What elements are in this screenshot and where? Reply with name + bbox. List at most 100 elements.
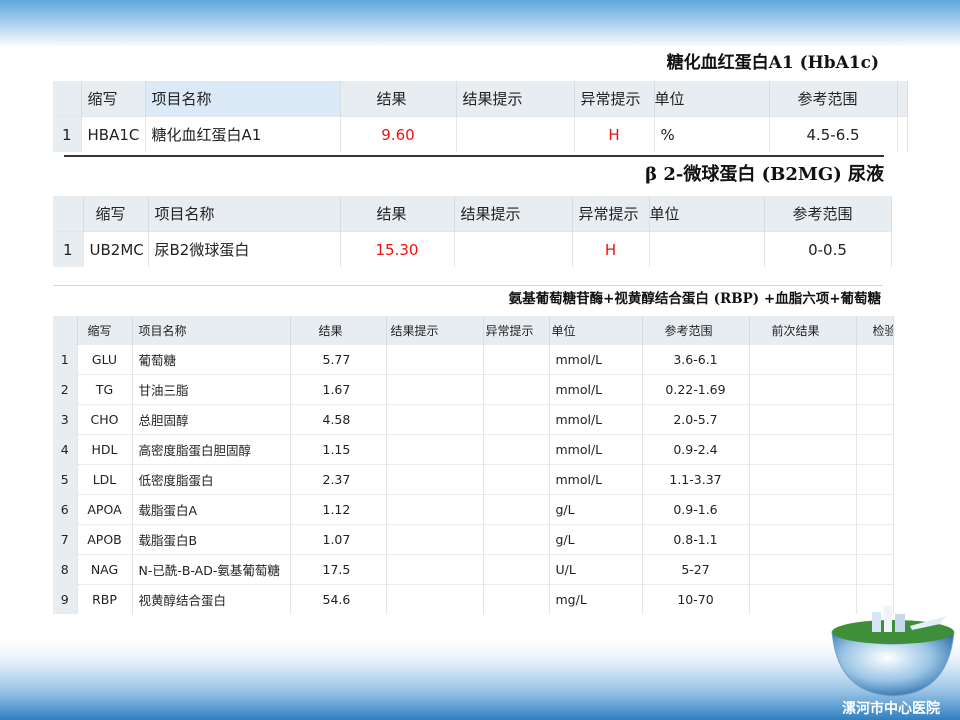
cell-hint <box>386 344 484 375</box>
cell-unit: mmol/L <box>549 404 643 435</box>
hba1c-table: 缩写 项目名称 结果 结果提示 异常提示 单位 参考范围 1 HBA1C 糖化血… <box>53 81 908 152</box>
column-header[interactable]: 缩写 <box>81 81 146 117</box>
cell-code: NAG <box>77 554 133 585</box>
column-header[interactable]: 结果 <box>340 81 457 117</box>
row-number-header <box>53 196 84 232</box>
table-row[interactable]: 1 HBA1C 糖化血红蛋白A1 9.60 H % 4.5-6.5 <box>53 116 908 152</box>
cell-result: 17.5 <box>290 554 387 585</box>
column-header[interactable]: 结果 <box>340 196 455 232</box>
cell-code: HBA1C <box>81 116 146 152</box>
table-row[interactable]: 8 NAG N-已酰-B-AD-氨基葡萄糖 17.5 U/L 5-27 <box>53 554 894 585</box>
column-header[interactable]: 项目名称 <box>132 316 291 345</box>
column-header[interactable]: 单位 <box>649 196 765 232</box>
column-header[interactable]: 参考范围 <box>764 196 892 232</box>
cell-ref: 0.8-1.1 <box>642 524 750 555</box>
cell-flag <box>483 464 550 495</box>
cell-ref: 3.6-6.1 <box>642 344 750 375</box>
cell-result: 15.30 <box>340 231 455 267</box>
table-row[interactable]: 3 CHO 总胆固醇 4.58 mmol/L 2.0-5.7 <box>53 404 894 435</box>
table-row[interactable]: 2 TG 甘油三脂 1.67 mmol/L 0.22-1.69 <box>53 374 894 405</box>
cell-flag <box>483 374 550 405</box>
cell-hint <box>456 116 575 152</box>
column-header[interactable]: 项目名称 <box>145 81 341 117</box>
cell-flag <box>483 344 550 375</box>
column-header[interactable]: 异常提示 <box>572 196 650 232</box>
cell-result: 1.67 <box>290 374 387 405</box>
table-row[interactable]: 4 HDL 高密度脂蛋白胆固醇 1.15 mmol/L 0.9-2.4 <box>53 434 894 465</box>
table-row[interactable]: 9 RBP 视黄醇结合蛋白 54.6 mg/L 10-70 <box>53 584 894 614</box>
table-row[interactable]: 7 APOB 载脂蛋白B 1.07 g/L 0.8-1.1 <box>53 524 894 555</box>
row-number: 3 <box>53 404 78 435</box>
table-header-row: 缩写 项目名称 结果 结果提示 异常提示 单位 参考范围 <box>53 196 892 232</box>
cell-code: UB2MC <box>83 231 149 267</box>
cell-unit: mg/L <box>549 584 643 614</box>
cell-check <box>856 374 894 405</box>
lipids-table: 缩写 项目名称 结果 结果提示 异常提示 单位 参考范围 前次结果 检验 1GL… <box>53 316 894 614</box>
cell-flag <box>483 434 550 465</box>
column-header[interactable]: 检验 <box>856 316 894 345</box>
row-number: 6 <box>53 494 78 525</box>
cell-result: 1.15 <box>290 434 387 465</box>
cell-previous <box>749 434 857 465</box>
cell-unit: mmol/L <box>549 374 643 405</box>
column-header[interactable]: 单位 <box>549 316 643 345</box>
column-header[interactable]: 参考范围 <box>769 81 898 117</box>
row-number: 2 <box>53 374 78 405</box>
cell-check <box>856 524 894 555</box>
row-number: 1 <box>53 231 84 267</box>
cell-code: APOA <box>77 494 133 525</box>
cell-result: 1.12 <box>290 494 387 525</box>
cell-unit: % <box>654 116 770 152</box>
table-row[interactable]: 1 UB2MC 尿B2微球蛋白 15.30 H 0-0.5 <box>53 231 892 267</box>
cell-name: 葡萄糖 <box>132 344 291 375</box>
cell-ref: 0.9-2.4 <box>642 434 750 465</box>
cell-result: 54.6 <box>290 584 387 614</box>
globe-city-logo <box>831 606 955 697</box>
cell-check <box>856 464 894 495</box>
cell-unit <box>649 231 765 267</box>
cell-hint <box>386 434 484 465</box>
column-header[interactable]: 结果提示 <box>386 316 484 345</box>
cell-ref: 5-27 <box>642 554 750 585</box>
column-header[interactable]: 单位 <box>654 81 770 117</box>
cell-previous <box>749 524 857 555</box>
table-row[interactable]: 5 LDL 低密度脂蛋白 2.37 mmol/L 1.1-3.37 <box>53 464 894 495</box>
table-row[interactable]: 1 GLU 葡萄糖 5.77 mmol/L 3.6-6.1 <box>53 344 894 375</box>
lipids-table-body: 1 GLU 葡萄糖 5.77 mmol/L 3.6-6.1 2 TG 甘油三脂 1.67 mmol… <box>53 344 894 614</box>
cell-name: 尿B2微球蛋白 <box>148 231 341 267</box>
row-number: 4 <box>53 434 78 465</box>
column-header[interactable]: 缩写 <box>77 316 133 345</box>
column-header[interactable]: 异常提示 <box>483 316 550 345</box>
cell-flag <box>483 494 550 525</box>
cell-code: GLU <box>77 344 133 375</box>
column-header[interactable]: 参考范围 <box>642 316 750 345</box>
section-title: 氨基葡萄糖苷酶+视黄醇结合蛋白 (RBP) +血脂六项+葡萄糖 <box>508 291 881 307</box>
column-header[interactable]: 结果提示 <box>456 81 575 117</box>
cell-name: 载脂蛋白B <box>132 524 291 555</box>
column-header[interactable]: 结果 <box>290 316 387 345</box>
row-number: 7 <box>53 524 78 555</box>
column-header[interactable]: 项目名称 <box>148 196 341 232</box>
cell-hint <box>386 374 484 405</box>
column-header[interactable]: 缩写 <box>83 196 149 232</box>
cell-flag <box>483 404 550 435</box>
section-title: β 2-微球蛋白 (B2MG) 尿液 <box>645 164 884 185</box>
cell-check <box>856 404 894 435</box>
cell-ref: 1.1-3.37 <box>642 464 750 495</box>
cell-check <box>856 344 894 375</box>
column-header[interactable]: 前次结果 <box>749 316 857 345</box>
cell-ref: 10-70 <box>642 584 750 614</box>
table-header-row: 缩写 项目名称 结果 结果提示 异常提示 单位 参考范围 <box>53 81 908 117</box>
cell-ref: 0-0.5 <box>764 231 892 267</box>
cell-previous <box>749 404 857 435</box>
cell-name: 载脂蛋白A <box>132 494 291 525</box>
cell-flag <box>483 584 550 614</box>
cell-check <box>856 554 894 585</box>
column-header[interactable]: 结果提示 <box>454 196 573 232</box>
cell-result: 1.07 <box>290 524 387 555</box>
cell-result: 4.58 <box>290 404 387 435</box>
table-header-row: 缩写 项目名称 结果 结果提示 异常提示 单位 参考范围 前次结果 检验 <box>53 316 894 345</box>
table-row[interactable]: 6 APOA 载脂蛋白A 1.12 g/L 0.9-1.6 <box>53 494 894 525</box>
column-header[interactable]: 异常提示 <box>574 81 655 117</box>
cell-name: 视黄醇结合蛋白 <box>132 584 291 614</box>
